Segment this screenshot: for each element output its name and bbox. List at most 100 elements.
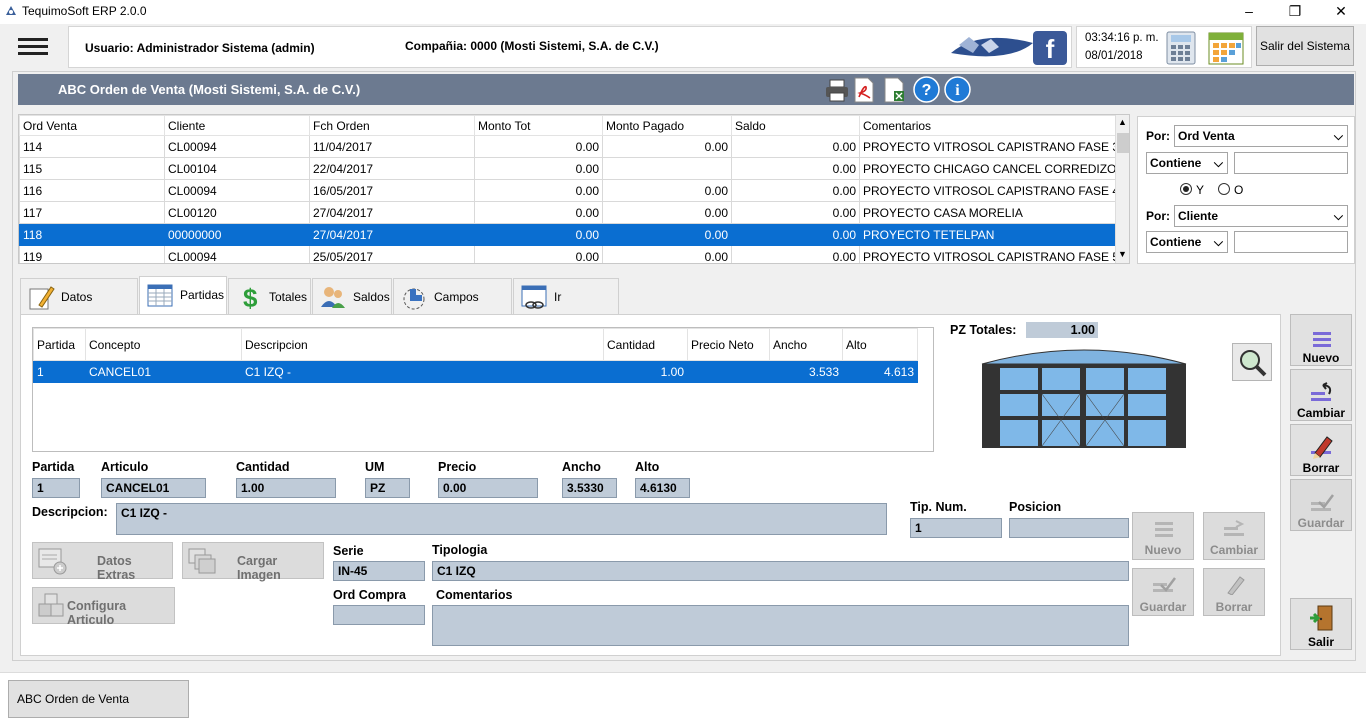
configura-articulo-button[interactable]: Configura Articulo [32, 587, 175, 627]
item-guardar-button[interactable]: Guardar [1132, 568, 1194, 616]
um-field[interactable]: PZ [365, 478, 410, 498]
borrar-button[interactable]: Borrar [1290, 424, 1352, 476]
hamburger-menu-icon[interactable] [18, 36, 48, 58]
col-cliente[interactable]: Cliente [164, 115, 310, 136]
calculator-icon[interactable] [1165, 31, 1197, 65]
scroll-down-icon[interactable]: ▼ [1118, 249, 1127, 259]
boxes-icon [36, 592, 66, 620]
tab-ir-aplicacion[interactable]: Ir Aplicacion [513, 278, 619, 340]
pz-totales-value: 1.00 [1026, 322, 1098, 338]
info-icon[interactable]: i [944, 76, 971, 103]
table-cell: 117 [19, 201, 165, 224]
posicion-field[interactable] [1009, 518, 1129, 538]
dollar-icon: $ [235, 283, 263, 313]
orders-scrollbar[interactable]: ▲ ▼ [1115, 115, 1129, 263]
serie-field[interactable]: IN-45 [333, 561, 425, 581]
table-cell: CL00094 [164, 179, 310, 202]
pdf-icon[interactable] [852, 77, 876, 103]
check-icon [1309, 492, 1335, 512]
col-partida[interactable]: Partida [33, 328, 86, 361]
item-cambiar-button[interactable]: Cambiar [1203, 512, 1265, 560]
radio-y-label: Y [1196, 183, 1205, 197]
col-saldo[interactable]: Saldo [731, 115, 860, 136]
filter-text2-input[interactable] [1234, 231, 1348, 253]
cambiar-button[interactable]: Cambiar [1290, 369, 1352, 421]
table-row[interactable]: 118 00000000 27/04/2017 0.00 0.00 0.00 PROYECT… [19, 223, 1118, 246]
maximize-button[interactable]: ❐ [1272, 0, 1318, 24]
item-nuevo-button[interactable]: Nuevo [1132, 512, 1194, 560]
items-grid[interactable]: Partida Concepto Descripcion Cantidad Pr… [32, 327, 934, 452]
minimize-button[interactable]: – [1226, 0, 1272, 24]
facebook-icon[interactable]: f [1033, 31, 1067, 65]
col-descripcion[interactable]: Descripcion [241, 328, 604, 361]
col-alto[interactable]: Alto [842, 328, 918, 361]
radio-y[interactable] [1180, 183, 1192, 195]
salir-button[interactable]: Salir [1290, 598, 1352, 650]
table-cell: 0.00 [602, 223, 732, 246]
excel-export-icon[interactable] [882, 77, 906, 103]
table-row[interactable]: 1 CANCEL01 C1 IZQ -1.00 3.533 4.613 [33, 360, 918, 383]
table-cell [602, 157, 732, 180]
table-row[interactable]: 119 CL00094 25/05/2017 0.00 0.00 0.00 PROYECTO… [19, 245, 1118, 263]
logout-button[interactable]: Salir del Sistema [1256, 26, 1354, 66]
radio-o[interactable] [1218, 183, 1230, 195]
filter-contiene1-select[interactable]: Contiene ⌵ [1146, 152, 1228, 174]
filter-por2-select[interactable]: Cliente ⌵ [1174, 205, 1348, 227]
calendar-icon[interactable] [1207, 30, 1245, 66]
table-cell: 0.00 [731, 179, 860, 202]
col-precio-neto[interactable]: Precio Neto [687, 328, 770, 361]
nuevo-button[interactable]: Nuevo [1290, 314, 1352, 366]
help-icon[interactable]: ? [913, 76, 940, 103]
datos-extras-button[interactable]: Datos Extras [32, 542, 173, 582]
filter-contiene2-select[interactable]: Contiene ⌵ [1146, 231, 1228, 253]
cargar-imagen-button[interactable]: Cargar Imagen [182, 542, 324, 582]
tip-num-field[interactable]: 1 [910, 518, 1002, 538]
orders-grid[interactable]: Ord Venta Cliente Fch Orden Monto Tot Mo… [18, 114, 1130, 264]
close-button[interactable]: ✕ [1318, 0, 1364, 24]
guardar-button[interactable]: Guardar [1290, 479, 1352, 531]
cantidad-field[interactable]: 1.00 [236, 478, 336, 498]
tab-totales[interactable]: $ Totales [228, 278, 311, 314]
zoom-image-button[interactable] [1232, 343, 1272, 381]
articulo-field[interactable]: CANCEL01 [101, 478, 206, 498]
descripcion-field[interactable]: C1 IZQ - [116, 503, 887, 535]
table-row[interactable]: 115 CL00104 22/04/2017 0.00 0.00 PROYECTO CHI… [19, 157, 1118, 180]
col-monto-pagado[interactable]: Monto Pagado [602, 115, 732, 136]
tab-partidas[interactable]: Partidas [139, 276, 227, 315]
print-icon[interactable] [824, 77, 850, 103]
filter-por1-select[interactable]: Ord Venta ⌵ [1174, 125, 1348, 147]
ord-compra-field[interactable] [333, 605, 425, 625]
col-monto-tot[interactable]: Monto Tot [474, 115, 603, 136]
table-row[interactable]: 114 CL00094 11/04/2017 0.00 0.00 0.00 PROYECTO… [19, 135, 1118, 158]
partida-field[interactable]: 1 [32, 478, 80, 498]
scroll-up-icon[interactable]: ▲ [1118, 117, 1127, 127]
table-cell: CL00094 [164, 135, 310, 158]
link-window-icon [520, 283, 548, 311]
filter-text1-input[interactable] [1234, 152, 1348, 174]
col-concepto[interactable]: Concepto [85, 328, 242, 361]
svg-text:$: $ [243, 283, 258, 311]
table-row[interactable]: 117 CL00120 27/04/2017 0.00 0.00 0.00 PROYECTO… [19, 201, 1118, 224]
col-ord-venta[interactable]: Ord Venta [19, 115, 165, 136]
ancho-field[interactable]: 3.5330 [562, 478, 617, 498]
tab-datos-general[interactable]: Datos General [20, 278, 138, 340]
alto-field[interactable]: 4.6130 [635, 478, 690, 498]
items-header-row: Partida Concepto Descripcion Cantidad Pr… [33, 328, 918, 361]
window-title: TequimoSoft ERP 2.0.0 [22, 4, 147, 18]
col-comentarios[interactable]: Comentarios [859, 115, 1118, 136]
col-fch-orden[interactable]: Fch Orden [309, 115, 475, 136]
col-cantidad[interactable]: Cantidad [603, 328, 688, 361]
scroll-thumb[interactable] [1117, 133, 1129, 153]
tab-campos-extras[interactable]: Campos Extras [393, 278, 512, 340]
tab-saldos[interactable]: Saldos [312, 278, 392, 314]
ord-compra-label: Ord Compra [333, 588, 406, 602]
table-row[interactable]: 116 CL00094 16/05/2017 0.00 0.00 0.00 PROYECTO… [19, 179, 1118, 202]
col-ancho[interactable]: Ancho [769, 328, 843, 361]
precio-field[interactable]: 0.00 [438, 478, 538, 498]
window-titlebar: TequimoSoft ERP 2.0.0 – ❐ ✕ [0, 0, 1366, 24]
tipologia-field[interactable]: C1 IZQ [432, 561, 1129, 581]
item-borrar-button[interactable]: Borrar [1203, 568, 1265, 616]
table-cell: 115 [19, 157, 165, 180]
comentarios-field[interactable] [432, 605, 1129, 646]
taskbar-item-orden-venta[interactable]: ABC Orden de Venta [8, 680, 189, 718]
